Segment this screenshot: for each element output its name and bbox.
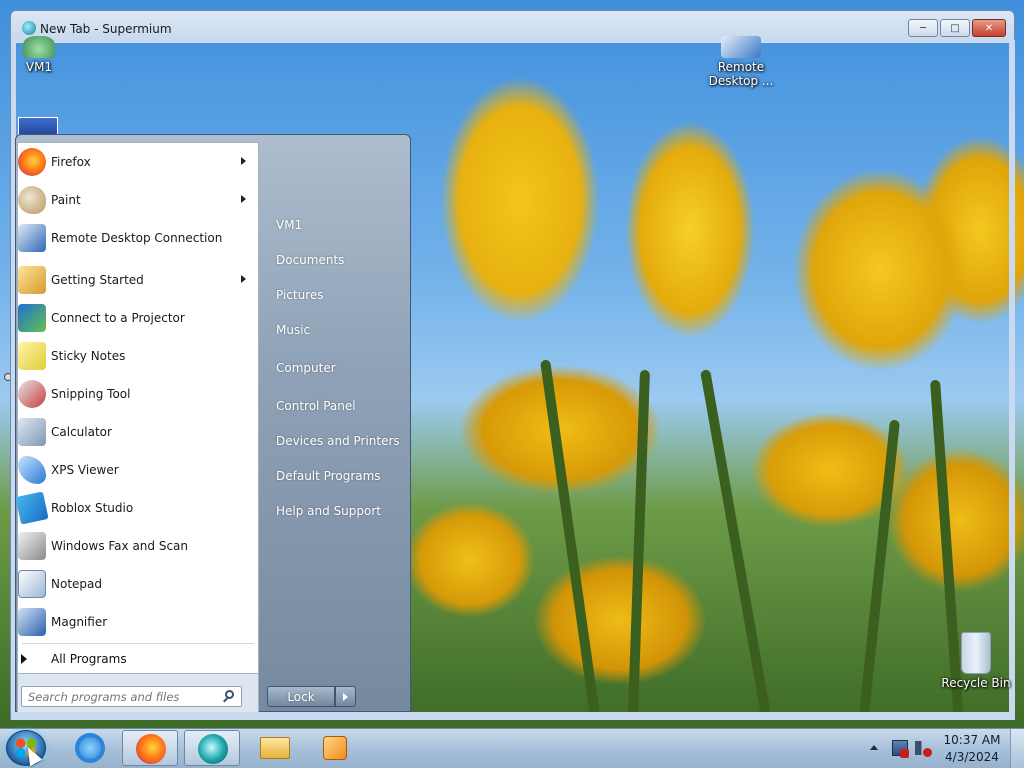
program-label: XPS Viewer — [51, 463, 119, 477]
submenu-arrow-icon[interactable] — [241, 275, 246, 283]
search-input[interactable] — [21, 686, 242, 707]
vm1-icon — [23, 36, 55, 58]
taskbar-windows-explorer[interactable] — [246, 730, 302, 766]
volume-muted-icon — [923, 748, 932, 757]
program-label: Connect to a Projector — [51, 311, 185, 325]
tulip-stem — [627, 369, 650, 720]
all-programs-label: All Programs — [51, 652, 127, 666]
calculator-icon — [18, 418, 46, 446]
network-error-icon — [900, 749, 909, 758]
program-label: Snipping Tool — [51, 387, 131, 401]
all-programs-button[interactable]: All Programs — [18, 646, 258, 672]
taskbar-firefox[interactable] — [122, 730, 178, 766]
windows-explorer-icon — [260, 737, 290, 759]
program-label: Sticky Notes — [51, 349, 126, 363]
place-item-help-support[interactable]: Help and Support — [270, 496, 402, 526]
program-item-firefox[interactable]: Firefox — [18, 144, 258, 180]
magnifier-icon — [18, 608, 46, 636]
clock-date[interactable]: 4/3/2024 — [942, 750, 1002, 764]
program-label: Windows Fax and Scan — [51, 539, 189, 553]
program-item-notepad[interactable]: Notepad — [18, 566, 258, 602]
submenu-arrow-icon[interactable] — [241, 195, 246, 203]
roblox-studio-icon — [15, 491, 49, 525]
firefox-icon — [136, 734, 166, 764]
desktop-icon-recycle-bin[interactable]: Recycle Bin — [940, 632, 1012, 690]
search-icon-handle — [223, 697, 228, 703]
all-programs-arrow-icon — [21, 654, 27, 664]
program-item-snipping-tool[interactable]: Snipping Tool — [18, 376, 258, 412]
desktop-icon-vm1[interactable]: VM1 — [18, 36, 60, 74]
taskbar-supermium[interactable] — [184, 730, 240, 766]
program-item-xps-viewer[interactable]: XPS Viewer — [18, 452, 258, 488]
clock-time[interactable]: 10:37 AM — [942, 733, 1002, 747]
maximize-button[interactable]: □ — [940, 19, 970, 37]
place-item-vm1[interactable]: VM1 — [270, 210, 402, 240]
supermium-icon — [198, 734, 228, 764]
xps-viewer-icon — [18, 456, 46, 484]
sticky-notes-icon — [18, 342, 46, 370]
window-frame-bottom — [11, 712, 1015, 720]
snipping-tool-icon — [18, 380, 46, 408]
show-desktop-button[interactable] — [1010, 729, 1024, 768]
program-label: Getting Started — [51, 273, 144, 287]
places-separator — [270, 349, 402, 350]
shutdown-options-button[interactable] — [335, 686, 356, 707]
program-item-sticky-notes[interactable]: Sticky Notes — [18, 338, 258, 374]
program-item-paint[interactable]: Paint — [18, 182, 258, 218]
program-label: Magnifier — [51, 615, 108, 629]
remote-desktop-icon — [18, 224, 46, 252]
tulip-stem — [700, 369, 771, 716]
chevron-right-icon — [343, 692, 348, 701]
remote-desktop-icon — [721, 36, 761, 58]
desktop-icon-label: VM1 — [25, 60, 53, 74]
program-item-magnifier[interactable]: Magnifier — [18, 604, 258, 640]
close-button[interactable]: ✕ — [972, 19, 1006, 37]
search-icon[interactable] — [222, 688, 238, 704]
paint-icon — [18, 186, 46, 214]
program-item-roblox-studio[interactable]: Roblox Studio — [15, 490, 258, 526]
projector-icon — [18, 304, 46, 332]
recycle-bin-icon — [961, 632, 991, 674]
supermium-icon — [22, 21, 36, 35]
notepad-icon — [18, 570, 46, 598]
minimize-button[interactable]: ─ — [908, 19, 938, 37]
place-item-documents[interactable]: Documents — [270, 245, 402, 275]
media-player-icon — [323, 736, 347, 760]
taskbar-internet-explorer[interactable] — [62, 730, 118, 766]
desktop-icon-label: Remote Desktop ... — [708, 60, 774, 88]
window-title: New Tab - Supermium — [40, 22, 172, 36]
getting-started-icon — [18, 266, 46, 294]
program-label: Roblox Studio — [51, 501, 134, 515]
desktop-icon-label: Recycle Bin — [941, 676, 1011, 690]
place-item-pictures[interactable]: Pictures — [270, 280, 402, 310]
places-separator — [270, 387, 402, 388]
place-item-control-panel[interactable]: Control Panel — [270, 391, 402, 421]
place-item-computer[interactable]: Computer — [270, 353, 402, 383]
program-label: Notepad — [51, 577, 102, 591]
lock-button[interactable]: Lock — [267, 686, 335, 707]
programs-separator — [22, 643, 254, 644]
window-frame-right — [1009, 40, 1015, 720]
program-item-fax-scan[interactable]: Windows Fax and Scan — [18, 528, 258, 564]
internet-explorer-icon — [75, 733, 105, 763]
program-label: Firefox — [51, 155, 91, 169]
place-item-default-programs[interactable]: Default Programs — [270, 461, 402, 491]
place-item-devices-printers[interactable]: Devices and Printers — [270, 426, 402, 456]
submenu-arrow-icon[interactable] — [241, 157, 246, 165]
fax-scan-icon — [18, 532, 46, 560]
program-item-getting-started[interactable]: Getting Started — [18, 262, 258, 298]
program-item-calculator[interactable]: Calculator — [18, 414, 258, 450]
program-label: Remote Desktop Connection — [51, 231, 223, 245]
desktop-icon-remote-desktop[interactable]: Remote Desktop ... — [706, 36, 776, 88]
program-label: Paint — [51, 193, 81, 207]
taskbar-media-player[interactable] — [306, 730, 362, 766]
tulip-stem — [540, 359, 601, 718]
tulip-stem — [858, 419, 900, 719]
program-item-projector[interactable]: Connect to a Projector — [18, 300, 258, 336]
program-item-remote-desktop[interactable]: Remote Desktop Connection — [18, 220, 258, 256]
show-hidden-icons-icon[interactable] — [870, 745, 878, 750]
program-label: Calculator — [51, 425, 112, 439]
place-item-music[interactable]: Music — [270, 315, 402, 345]
firefox-icon — [18, 148, 46, 176]
